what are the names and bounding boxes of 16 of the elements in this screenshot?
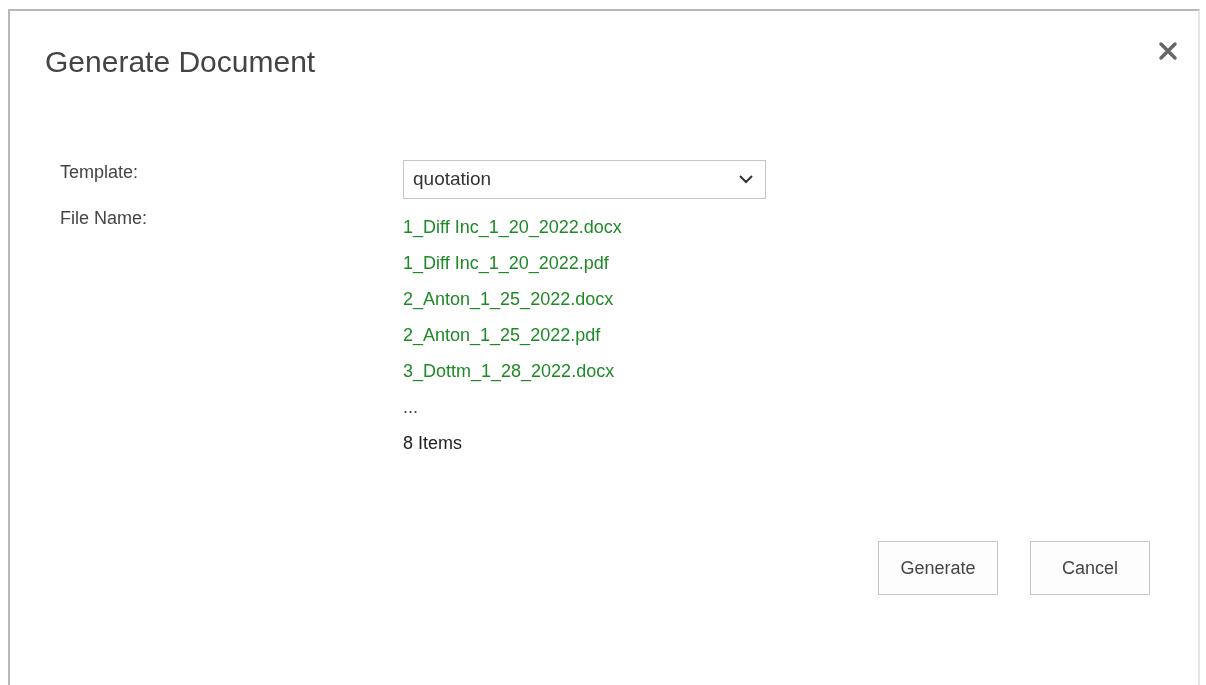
file-link[interactable]: 2_Anton_1_25_2022.docx [403, 289, 614, 309]
generate-button[interactable]: Generate [878, 541, 998, 595]
field-label: File Name: [60, 207, 149, 230]
template-select[interactable]: quotation [403, 160, 766, 199]
file-link[interactable]: 1_Diff Inc_1_20_2022.pdf [403, 253, 609, 273]
dialog-title: Generate Document [45, 44, 316, 80]
ellipsis-text: ... [403, 397, 418, 417]
item-count: 8 Items [403, 433, 463, 453]
file-link[interactable]: 3_Dottm_1_28_2022.docx [403, 361, 615, 381]
close-button[interactable] [1158, 41, 1178, 61]
close-icon [1158, 41, 1178, 61]
file-link[interactable]: 2_Anton_1_25_2022.pdf [403, 325, 601, 345]
field-label: Template: [60, 161, 140, 184]
chevron-down-icon [739, 175, 753, 184]
cancel-button[interactable]: Cancel [1030, 541, 1150, 595]
file-link[interactable]: 1_Diff Inc_1_20_2022.docx [403, 217, 622, 237]
